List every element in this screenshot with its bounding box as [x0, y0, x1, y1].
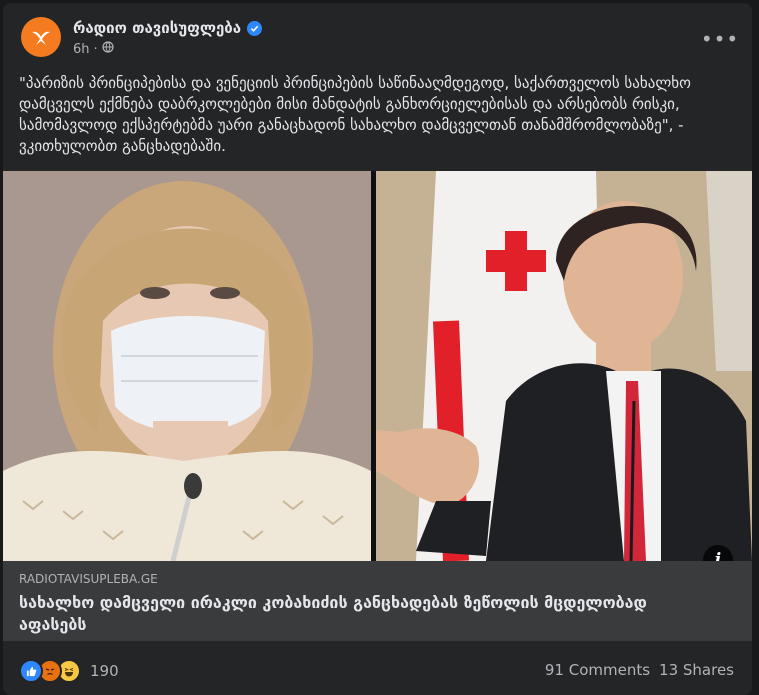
rfe-logo-icon [32, 31, 50, 45]
reactions-summary[interactable]: 190 [19, 659, 119, 683]
post-header: რადიო თავისუფლება 6h · ••• [3, 3, 752, 67]
post-stats: 190 91 Comments 13 Shares [3, 651, 752, 687]
post-time[interactable]: 6h [73, 42, 90, 57]
post-text: "პარიზის პრინციპებისა და ვენეციის პრინცი… [19, 74, 691, 155]
comments-count[interactable]: 91 Comments [545, 661, 650, 679]
page-avatar[interactable] [21, 17, 61, 57]
globe-icon [102, 41, 114, 57]
page-name-row: რადიო თავისუფლება [73, 19, 263, 37]
photo-woman-with-mask [3, 171, 371, 561]
photo-man-pointing [376, 171, 752, 561]
link-title[interactable]: სახალხო დამცველი ირაკლი კობახიძის განცხა… [19, 592, 719, 636]
post-card: რადიო თავისუფლება 6h · ••• "პარიზის პრინ… [3, 3, 752, 695]
verified-badge-icon [247, 20, 263, 36]
reaction-count[interactable]: 190 [90, 662, 119, 680]
shares-count[interactable]: 13 Shares [659, 661, 734, 679]
more-options-icon[interactable]: ••• [701, 21, 738, 57]
engagement-counts: 91 Comments 13 Shares [545, 661, 734, 679]
like-icon [19, 659, 43, 683]
page-name[interactable]: რადიო თავისუფლება [73, 19, 241, 37]
post-meta: 6h · [73, 41, 114, 57]
link-domain: RADIOTAVISUPLEBA.GE [19, 572, 158, 586]
link-preview-image[interactable] [3, 171, 752, 561]
link-preview[interactable]: RADIOTAVISUPLEBA.GE სახალხო დამცველი ირა… [3, 561, 752, 641]
